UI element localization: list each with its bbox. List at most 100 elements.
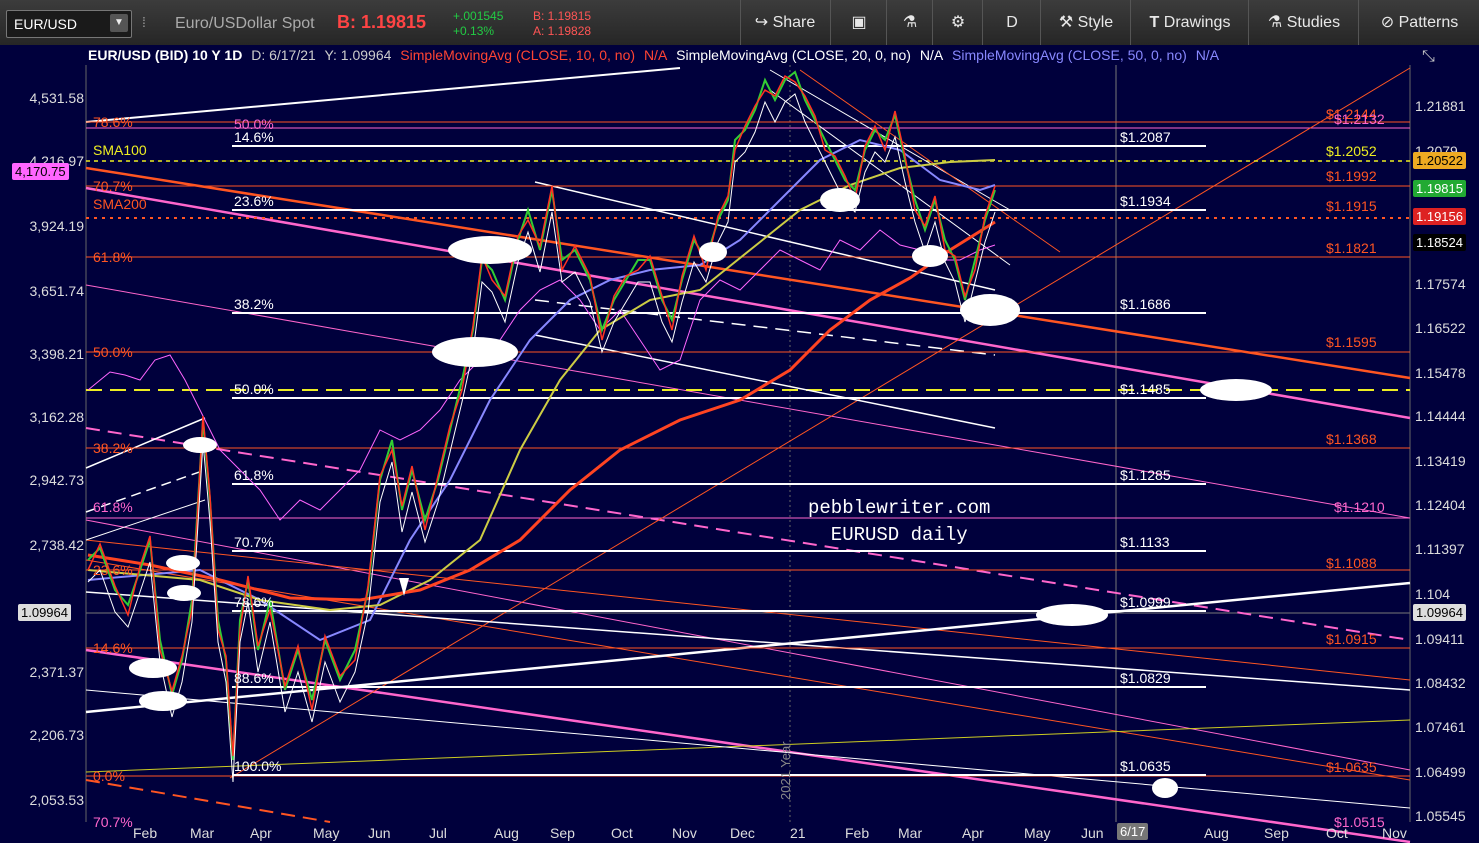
highlight-ellipse [167, 585, 201, 601]
left-axis-tick: 2,942.73 [29, 472, 85, 488]
pink-dashed-trendline [85, 427, 1411, 641]
last-price-box: 1.19815 [1413, 180, 1466, 197]
right-axis-tick: 1.12404 [1415, 497, 1466, 513]
white-line-top [85, 67, 681, 123]
orange-fib-label: 38.2% [93, 440, 133, 456]
left-axis-tick: 3,162.28 [29, 409, 85, 425]
pink-fib-label: 50.0% [234, 116, 274, 132]
time-axis-tick: Mar [898, 825, 923, 841]
sma100-price-box: 1.20522 [1413, 152, 1466, 169]
time-axis-tick: Feb [133, 825, 158, 841]
pink-price-label: $1.0515 [1334, 814, 1385, 830]
highlight-ellipse [960, 294, 1020, 326]
white-channel-1 [534, 181, 996, 291]
highlight-ellipse [1200, 379, 1272, 401]
time-axis-tick: Sep [1264, 825, 1289, 841]
right-axis-tick: 1.06499 [1415, 764, 1466, 780]
white-price-label: $1.2087 [1120, 129, 1171, 145]
orange-fib-label: 78.6% [93, 114, 133, 130]
sma10-value: N/A [643, 47, 668, 63]
white-fib-label: 70.7% [234, 534, 274, 550]
right-axis-tick: 1.104 [1415, 586, 1451, 602]
white-fib-label: 61.8% [234, 467, 274, 483]
white-fib-label: 88.6% [234, 670, 274, 686]
orange-diagonal [229, 67, 1411, 779]
sma50-legend[interactable]: SimpleMovingAvg (CLOSE, 50, 0, no) [952, 47, 1187, 63]
pink-fib-label: 70.7% [93, 814, 133, 830]
orange-price-label: $1.1915 [1326, 198, 1377, 214]
left-axis-marker: 4,170.75 [12, 163, 69, 180]
cursor-yvalue: Y: 1.09964 [324, 47, 392, 63]
time-axis-tick: Nov [1382, 825, 1407, 841]
sma20-legend[interactable]: SimpleMovingAvg (CLOSE, 20, 0, no) [676, 47, 911, 63]
right-axis-tick: 1.14444 [1415, 408, 1466, 424]
white-price-label: $1.1285 [1120, 467, 1171, 483]
right-axis-tick: 1.05545 [1415, 808, 1466, 824]
white-price-label: $1.1133 [1120, 534, 1170, 550]
orange-price-label: $1.1992 [1326, 168, 1377, 184]
expand-icon[interactable]: ⤡ [1422, 48, 1435, 66]
sma200-label: SMA200 [93, 196, 147, 212]
highlight-ellipse [183, 437, 217, 453]
right-axis-tick: 1.15478 [1415, 365, 1466, 381]
rsi-overlay-line [87, 229, 996, 521]
highlight-ellipse [129, 658, 177, 678]
time-axis-tick: Aug [1204, 825, 1229, 841]
sma10-legend[interactable]: SimpleMovingAvg (CLOSE, 10, 0, no) [400, 47, 635, 63]
yellow-thin-line [85, 719, 1411, 773]
time-axis-tick: Nov [672, 825, 697, 841]
white-price-label: $1.1686 [1120, 296, 1171, 312]
right-axis-tick: 1.07461 [1415, 719, 1466, 735]
white-fib-label: 50.0% [234, 381, 274, 397]
orange-fib-label: 70.7% [93, 178, 133, 194]
watermark-line-1: pebblewriter.com [808, 497, 991, 519]
right-axis-tick: 1.13419 [1415, 453, 1466, 469]
y-price-box: 1.09964 [1413, 604, 1466, 621]
sma200-price-box: 1.19156 [1413, 208, 1466, 225]
highlight-ellipse [166, 555, 200, 571]
sma20-value: N/A [919, 47, 944, 63]
chart-header: EUR/USD (BID) 10 Y 1D D: 6/17/21 Y: 1.09… [88, 47, 1224, 63]
time-axis-tick: Feb [845, 825, 870, 841]
white-price-label: $1.1485 [1120, 381, 1171, 397]
right-axis-tick: 1.11397 [1415, 541, 1465, 557]
yellow-price-label: $1.2052 [1326, 143, 1377, 159]
left-crosshair-value: 1.09964 [18, 604, 71, 621]
left-axis-tick: 2,738.42 [29, 537, 85, 553]
orange-price-label: $1.0635 [1326, 759, 1377, 775]
time-axis-tick: 21 [790, 825, 806, 841]
time-axis-tick: Dec [730, 825, 755, 841]
time-axis-tick: May [1024, 825, 1051, 841]
white-price-label: $1.0829 [1120, 670, 1171, 686]
highlight-ellipse [912, 245, 948, 267]
white-downchannel-2 [769, 89, 1011, 266]
orange-price-label: $1.1595 [1326, 334, 1377, 350]
time-axis-tick: Aug [494, 825, 519, 841]
left-axis-tick: 4,531.58 [29, 90, 85, 106]
price-chart[interactable]: 2021 Year [0, 0, 1479, 843]
white-channel-2 [534, 334, 996, 429]
highlight-ellipses [129, 188, 1272, 798]
left-axis-tick: 3,398.21 [29, 346, 85, 362]
right-axis-tick: 1.21881 [1415, 98, 1466, 114]
time-axis-tick: May [313, 825, 340, 841]
white-fib-label: 23.6% [234, 193, 274, 209]
pink-price-label: $1.2132 [1334, 111, 1385, 127]
right-axis-tick: 1.09411 [1415, 631, 1465, 647]
left-axis-tick: 3,924.19 [29, 218, 85, 234]
right-axis-tick: 1.16522 [1415, 320, 1466, 336]
left-axis-tick: 2,371.37 [29, 664, 85, 680]
time-axis-tick: Apr [250, 825, 272, 841]
orange-price-label: $1.1821 [1326, 240, 1377, 256]
white-falling-trendline [85, 591, 1411, 691]
orange-price-label: $1.1368 [1326, 431, 1377, 447]
white-price-label: $1.0635 [1120, 758, 1171, 774]
time-axis-tick: Oct [611, 825, 633, 841]
white-fib-label: 100.0% [234, 758, 282, 774]
chart-title: EUR/USD (BID) 10 Y 1D [88, 47, 243, 63]
white-fib-label: 78.6% [234, 594, 274, 610]
sma50-value: N/A [1195, 47, 1220, 63]
watermark: pebblewriter.com EURUSD daily [808, 495, 990, 549]
highlight-ellipse [820, 188, 860, 212]
white-fib-label: 38.2% [234, 296, 274, 312]
